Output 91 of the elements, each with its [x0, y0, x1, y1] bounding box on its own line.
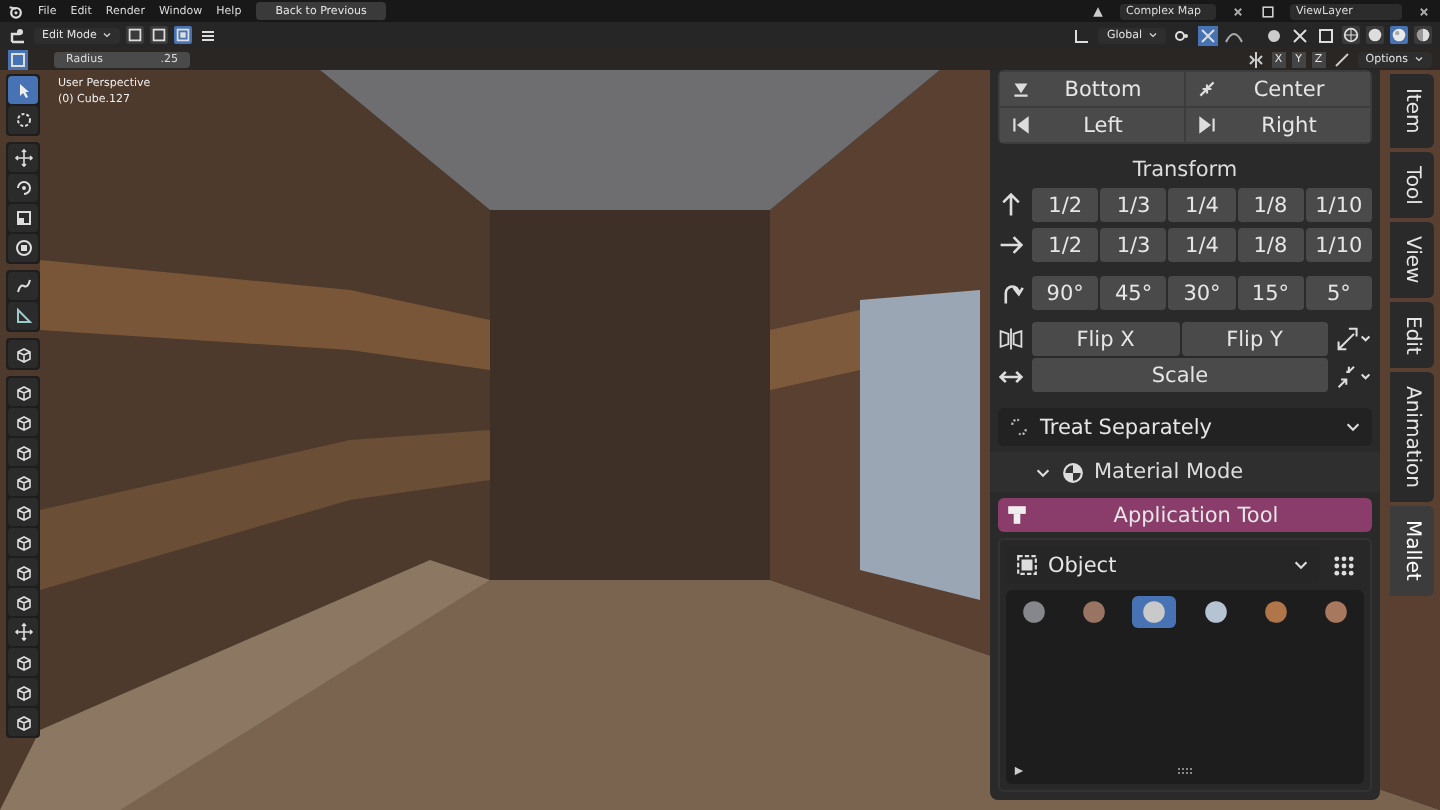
mirror-icon[interactable] — [1245, 49, 1266, 69]
step-button[interactable]: 1/4 — [1168, 188, 1236, 222]
face-select-icon[interactable] — [174, 26, 193, 44]
blender-logo-icon[interactable] — [8, 3, 24, 19]
align-left-icon — [1010, 114, 1032, 136]
sidebar-tab[interactable]: Animation — [1390, 372, 1434, 503]
move-icon[interactable] — [8, 618, 38, 646]
rotate-icon[interactable] — [8, 174, 38, 202]
cube-icon[interactable] — [8, 378, 38, 406]
selection-mode-icon[interactable] — [8, 49, 28, 69]
pivot-icon[interactable] — [1172, 25, 1192, 45]
cube-icon[interactable] — [8, 648, 38, 676]
step-button[interactable]: 1/8 — [1237, 228, 1304, 262]
solid-sphere-icon[interactable] — [1366, 26, 1384, 44]
cube-icon[interactable] — [8, 408, 38, 436]
sidebar-tab[interactable]: Mallet — [1390, 506, 1434, 596]
play-icon[interactable] — [1012, 764, 1026, 778]
align-button[interactable]: Left — [1000, 108, 1184, 142]
material-sphere-icon[interactable] — [1390, 26, 1408, 44]
cube-icon[interactable] — [8, 678, 38, 706]
chevron-down-icon — [1148, 30, 1158, 40]
right-arrow-icon — [998, 232, 1024, 258]
treat-dropdown[interactable]: Treat Separately — [998, 408, 1372, 446]
sidebar-tab[interactable]: View — [1390, 222, 1434, 298]
align-bottom-icon — [1010, 78, 1032, 100]
shrink-arrows-icon — [1196, 78, 1218, 100]
cube-icon[interactable] — [8, 498, 38, 526]
up-arrow-icon — [998, 192, 1024, 218]
align-right-icon — [1196, 114, 1218, 136]
cube-icon[interactable] — [8, 588, 38, 616]
chevron-down-icon — [1344, 418, 1362, 436]
shrink-arrows-icon[interactable] — [1336, 363, 1372, 389]
step-button[interactable]: 90° — [1032, 276, 1099, 310]
expand-arrows-icon[interactable] — [1336, 325, 1372, 351]
cube-icon[interactable] — [8, 438, 38, 466]
grid-dots-icon[interactable] — [1332, 553, 1356, 577]
step-button[interactable]: 45° — [1100, 276, 1167, 310]
object-icon — [1016, 554, 1038, 576]
pencil-icon[interactable] — [8, 272, 38, 300]
cube-icon[interactable] — [8, 558, 38, 586]
scale-button[interactable]: Scale — [1032, 358, 1328, 392]
half-circle-icon — [1062, 461, 1084, 483]
select-icon[interactable] — [8, 76, 38, 104]
sidebar-tab[interactable]: Item — [1390, 74, 1434, 148]
flip-icon — [998, 325, 1024, 351]
move-icon[interactable] — [8, 144, 38, 172]
cube-icon[interactable] — [8, 528, 38, 556]
chevron-down-icon — [102, 30, 113, 40]
cube-icon[interactable] — [8, 708, 38, 736]
step-button[interactable]: 1/10 — [1305, 188, 1373, 222]
step-button[interactable]: 5° — [1305, 276, 1373, 310]
auto-merge-icon[interactable] — [1331, 49, 1352, 69]
flip-button[interactable]: Flip X — [1032, 322, 1179, 356]
step-button[interactable]: 1/10 — [1305, 228, 1373, 262]
ruler-icon[interactable] — [8, 302, 38, 330]
cursor-icon[interactable] — [8, 106, 38, 134]
resize-handle-icon[interactable] — [1175, 766, 1195, 776]
application-tool-button[interactable]: Application Tool — [998, 498, 1372, 532]
vertex-select-icon[interactable] — [126, 26, 145, 44]
close-icon[interactable] — [1230, 3, 1246, 19]
menu-icon[interactable] — [198, 25, 219, 45]
rendered-sphere-icon[interactable] — [1414, 26, 1432, 44]
transform-orientation-icon[interactable] — [1072, 25, 1093, 45]
material-thumbnail[interactable] — [1132, 596, 1177, 628]
step-button[interactable]: 1/8 — [1237, 188, 1304, 222]
snap-icon[interactable] — [1198, 25, 1218, 45]
close-icon[interactable] — [1416, 3, 1432, 19]
cube-icon[interactable] — [8, 340, 38, 368]
sidebar-tab[interactable]: Edit — [1390, 301, 1434, 369]
step-button[interactable]: 1/3 — [1100, 188, 1167, 222]
edge-select-icon[interactable] — [150, 26, 169, 44]
flip-button[interactable]: Flip Y — [1181, 322, 1328, 356]
wireframe-sphere-icon[interactable] — [1342, 26, 1360, 44]
step-button[interactable]: 1/3 — [1100, 228, 1167, 262]
step-button[interactable]: 1/2 — [1032, 228, 1099, 262]
transform-heading: Transform — [1130, 158, 1240, 182]
step-button[interactable]: 1/4 — [1168, 228, 1236, 262]
align-button[interactable]: Right — [1186, 108, 1370, 142]
cube-icon[interactable] — [8, 468, 38, 496]
mallet-icon — [1006, 504, 1028, 526]
align-button[interactable]: Center — [1186, 72, 1370, 106]
sidebar-tab[interactable]: Tool — [1390, 151, 1434, 219]
scale-icon[interactable] — [8, 204, 38, 232]
material-mode-header[interactable]: Material Mode — [990, 452, 1380, 492]
chevron-down-icon — [1414, 54, 1424, 64]
step-button[interactable]: 1/2 — [1032, 188, 1099, 222]
step-button[interactable]: 30° — [1168, 276, 1236, 310]
transform-icon[interactable] — [8, 234, 38, 262]
align-button[interactable]: Bottom — [1000, 72, 1184, 106]
chevron-down-icon — [1292, 556, 1310, 574]
step-button[interactable]: 15° — [1237, 276, 1304, 310]
